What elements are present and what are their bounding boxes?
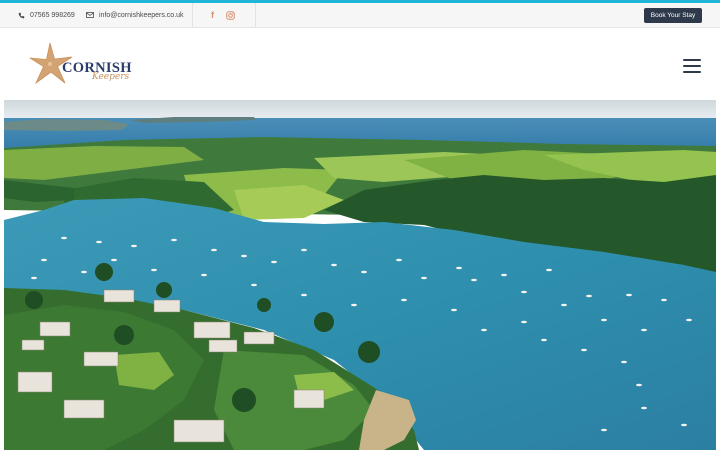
- hamburger-menu-icon[interactable]: [683, 59, 701, 73]
- email-address: info@cornishkeepers.co.uk: [99, 11, 184, 19]
- logo-script: Keepers: [92, 72, 130, 82]
- site-logo[interactable]: CORNISH Keepers: [28, 41, 148, 89]
- estuary-landscape-image: [4, 100, 716, 450]
- top-contact-bar: 07565 998269 info@cornishkeepers.co.uk f…: [0, 3, 720, 28]
- hero-image: [4, 100, 716, 450]
- instagram-link[interactable]: [226, 3, 235, 27]
- phone-link[interactable]: 07565 998269: [18, 3, 75, 27]
- instagram-icon: [226, 10, 235, 20]
- facebook-icon: f: [211, 10, 214, 20]
- email-link[interactable]: info@cornishkeepers.co.uk: [86, 3, 184, 27]
- envelope-icon: [86, 12, 94, 18]
- phone-icon: [18, 12, 25, 18]
- phone-number: 07565 998269: [30, 11, 75, 19]
- facebook-link[interactable]: f: [211, 3, 214, 27]
- divider: [192, 3, 193, 27]
- divider: [255, 3, 256, 27]
- book-your-stay-button[interactable]: Book Your Stay: [644, 8, 702, 23]
- site-header: CORNISH Keepers: [0, 28, 720, 100]
